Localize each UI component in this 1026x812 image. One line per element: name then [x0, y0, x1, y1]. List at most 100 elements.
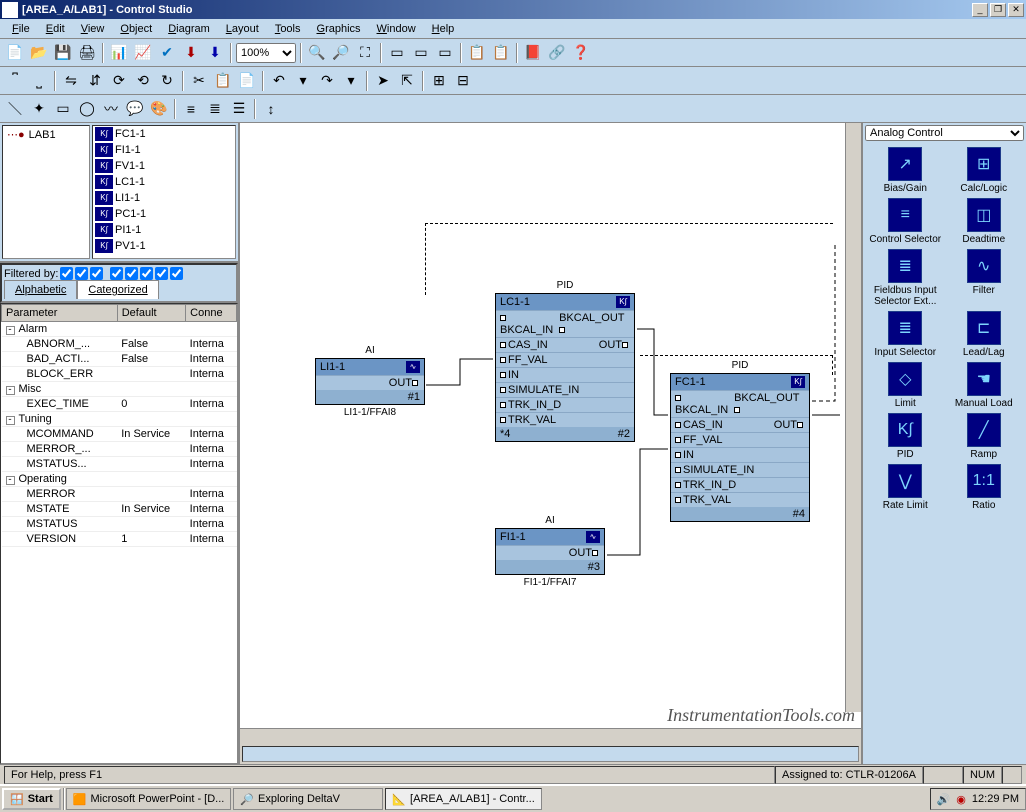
param-row[interactable]: ABNORM_...FalseInterna [2, 337, 237, 352]
module-item[interactable]: K∫PV1-1 [93, 238, 235, 254]
module-item[interactable]: K∫LC1-1 [93, 174, 235, 190]
palette-item[interactable]: ↗Bias/Gain [867, 147, 944, 194]
filter-cb-6[interactable] [140, 267, 153, 280]
align-b-button[interactable]: ⎵ [28, 70, 50, 92]
palette-item[interactable]: K∫PID [867, 413, 944, 460]
chart2-button[interactable]: 📈 [132, 42, 154, 64]
zoom-in-button[interactable]: 🔍 [306, 42, 328, 64]
filter-cb-2[interactable] [75, 267, 88, 280]
filter-cb-4[interactable] [110, 267, 123, 280]
module-item[interactable]: K∫PI1-1 [93, 222, 235, 238]
param-group[interactable]: -Alarm [2, 322, 237, 337]
param-row[interactable]: MERRORInterna [2, 487, 237, 502]
menu-file[interactable]: File [4, 21, 38, 37]
zoom-fit-button[interactable]: ⛶ [354, 42, 376, 64]
module-item[interactable]: K∫PC1-1 [93, 206, 235, 222]
menu-layout[interactable]: Layout [218, 21, 267, 37]
palette-item[interactable]: ╱Ramp [946, 413, 1023, 460]
filter-cb-7[interactable] [155, 267, 168, 280]
palette-item[interactable]: ⋁Rate Limit [867, 464, 944, 511]
param-group[interactable]: -Tuning [2, 412, 237, 427]
window3-button[interactable]: ▭ [434, 42, 456, 64]
palette-item[interactable]: ≣Fieldbus Input Selector Ext... [867, 249, 944, 307]
grid-button[interactable]: ⊞ [428, 70, 450, 92]
param-row[interactable]: MCOMMANDIn ServiceInterna [2, 427, 237, 442]
block-ai-li1[interactable]: AI LI1-1∿ OUT #1 LI1-1/FFAI8 [315, 358, 425, 405]
flip-v-button[interactable]: ⇵ [84, 70, 106, 92]
palette-item[interactable]: ⊏Lead/Lag [946, 311, 1023, 358]
start-button[interactable]: 🪟 Start [2, 788, 61, 810]
param-row[interactable]: MSTATEIn ServiceInterna [2, 502, 237, 517]
poly-tool[interactable]: ✦ [28, 98, 50, 120]
order-button[interactable]: ↕ [260, 98, 282, 120]
tray-icon[interactable]: ◉ [956, 793, 966, 806]
module-list[interactable]: K∫FC1-1K∫FI1-1K∫FV1-1K∫LC1-1K∫LI1-1K∫PC1… [92, 125, 236, 259]
param-group[interactable]: -Misc [2, 382, 237, 397]
print-button[interactable]: 🖨 [76, 42, 98, 64]
hierarchy-tree[interactable]: ⋯● LAB1 [2, 125, 90, 259]
diagram-canvas[interactable]: AI LI1-1∿ OUT #1 LI1-1/FFAI8 PID LC1-1K∫… [240, 123, 861, 728]
palette-item[interactable]: ◫Deadtime [946, 198, 1023, 245]
horizontal-scrollbar[interactable] [240, 728, 861, 744]
menu-object[interactable]: Object [112, 21, 160, 37]
palette-tool[interactable]: 🎨 [148, 98, 170, 120]
tab-alphabetic[interactable]: Alphabetic [4, 280, 77, 299]
ellipse-tool[interactable]: ◯ [76, 98, 98, 120]
param-group[interactable]: -Operating [2, 472, 237, 487]
open-button[interactable]: 📂 [28, 42, 50, 64]
tab-categorized[interactable]: Categorized [77, 280, 158, 299]
filter-cb-3[interactable] [90, 267, 103, 280]
cut-button[interactable]: ✂ [188, 70, 210, 92]
curve-tool[interactable]: 〰 [100, 98, 122, 120]
check-button[interactable]: ✔ [156, 42, 178, 64]
palette-category-combo[interactable]: Analog Control [865, 125, 1024, 141]
palette-item[interactable]: ◇Limit [867, 362, 944, 409]
new-button[interactable]: 📄 [4, 42, 26, 64]
module-item[interactable]: K∫FC1-1 [93, 126, 235, 142]
block-pid-fc1[interactable]: PID FC1-1K∫ BKCAL_INBKCAL_OUTCAS_INOUTFF… [670, 373, 810, 522]
pointer-button[interactable]: ➤ [372, 70, 394, 92]
snap-button[interactable]: ⊟ [452, 70, 474, 92]
filter-cb-1[interactable] [60, 267, 73, 280]
menu-edit[interactable]: Edit [38, 21, 73, 37]
l1-button[interactable]: ≡ [180, 98, 202, 120]
menu-help[interactable]: Help [424, 21, 463, 37]
summary-bar[interactable] [242, 746, 859, 762]
line-tool[interactable]: ＼ [4, 98, 26, 120]
align-t-button[interactable]: ⎴ [4, 70, 26, 92]
param-row[interactable]: MERROR_...Interna [2, 442, 237, 457]
flip-h-button[interactable]: ⇋ [60, 70, 82, 92]
pointer2-button[interactable]: ⇱ [396, 70, 418, 92]
filter-cb-5[interactable] [125, 267, 138, 280]
l2-button[interactable]: ≣ [204, 98, 226, 120]
param-row[interactable]: BLOCK_ERRInterna [2, 367, 237, 382]
menu-tools[interactable]: Tools [267, 21, 309, 37]
book-button[interactable]: 📕 [522, 42, 544, 64]
taskbar-item[interactable]: 🟧Microsoft PowerPoint - [D... [66, 788, 232, 810]
paste-button[interactable]: 📄 [236, 70, 258, 92]
redo-drop-button[interactable]: ▾ [340, 70, 362, 92]
maximize-button[interactable]: ❐ [990, 3, 1006, 17]
props-button[interactable]: 📋 [466, 42, 488, 64]
col-parameter[interactable]: Parameter [2, 305, 118, 322]
parameter-grid[interactable]: Parameter Default Conne -AlarmABNORM_...… [0, 303, 238, 764]
l3-button[interactable]: ☰ [228, 98, 250, 120]
col-conne[interactable]: Conne [186, 305, 237, 322]
menu-view[interactable]: View [73, 21, 113, 37]
menu-graphics[interactable]: Graphics [309, 21, 369, 37]
link-button[interactable]: 🔗 [546, 42, 568, 64]
chart-button[interactable]: 📊 [108, 42, 130, 64]
props2-button[interactable]: 📋 [490, 42, 512, 64]
param-row[interactable]: BAD_ACTI...FalseInterna [2, 352, 237, 367]
redo-button[interactable]: ↷ [316, 70, 338, 92]
palette-item[interactable]: ☚Manual Load [946, 362, 1023, 409]
module-item[interactable]: K∫FI1-1 [93, 142, 235, 158]
palette-item[interactable]: 1:1Ratio [946, 464, 1023, 511]
arrow-down2-button[interactable]: ⬇ [204, 42, 226, 64]
system-tray[interactable]: 🔊 ◉ 12:29 PM [930, 788, 1026, 810]
taskbar-item[interactable]: 🔎Exploring DeltaV [233, 788, 383, 810]
palette-item[interactable]: ≡Control Selector [867, 198, 944, 245]
module-item[interactable]: K∫LI1-1 [93, 190, 235, 206]
callout-tool[interactable]: 💬 [124, 98, 146, 120]
close-button[interactable]: ✕ [1008, 3, 1024, 17]
